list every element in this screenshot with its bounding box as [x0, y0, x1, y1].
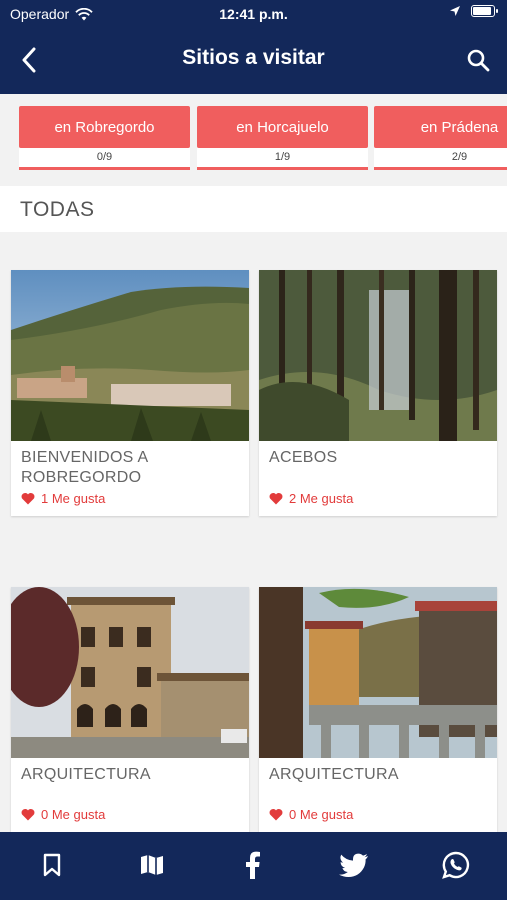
site-card[interactable]: ARQUITECTURA 0 Me gusta [11, 587, 249, 832]
location-arrow-icon [450, 6, 460, 16]
search-button[interactable] [463, 44, 493, 76]
facebook-tab[interactable] [237, 850, 269, 880]
village-tab-horcajuelo[interactable]: en Horcajuelo 1/9 [197, 106, 368, 170]
map-icon [141, 855, 163, 875]
heart-icon [269, 493, 283, 505]
village-tab-label: en Prádena [374, 106, 507, 148]
clock: 12:41 p.m. [219, 6, 288, 22]
site-photo [259, 270, 497, 441]
village-tab-count: 0/9 [19, 148, 190, 170]
site-photo [11, 587, 249, 758]
site-card[interactable]: ACEBOS 2 Me gusta [259, 270, 497, 516]
site-name: BIENVENIDOS A ROBREGORDO [21, 449, 148, 486]
battery-icon [471, 5, 498, 17]
map-tab[interactable] [136, 850, 168, 880]
section-header: TODAS [0, 186, 507, 232]
likes-label: 1 Me gusta [41, 491, 106, 506]
twitter-tab[interactable] [338, 850, 370, 880]
village-tab-pradena[interactable]: en Prádena 2/9 [374, 106, 507, 170]
bookmarks-tab[interactable] [36, 850, 68, 880]
status-bar: Operador 12:41 p.m. [0, 0, 507, 28]
site-card[interactable]: BIENVENIDOS A ROBREGORDO 1 Me gusta [11, 270, 249, 516]
likes[interactable]: 0 Me gusta [269, 807, 353, 822]
whatsapp-icon [442, 851, 470, 879]
heart-icon [21, 809, 35, 821]
village-tab-label: en Robregordo [19, 106, 190, 148]
bookmark-icon [43, 853, 61, 877]
likes-label: 0 Me gusta [41, 807, 106, 822]
village-tab-label: en Horcajuelo [197, 106, 368, 148]
page-title: Sitios a visitar [182, 46, 325, 69]
likes-label: 0 Me gusta [289, 807, 354, 822]
site-name: ACEBOS [269, 449, 338, 466]
village-tab-count: 2/9 [374, 148, 507, 170]
site-photo [11, 270, 249, 441]
site-name: ARQUITECTURA [269, 766, 399, 783]
bottom-tab-bar [0, 832, 507, 900]
likes[interactable]: 1 Me gusta [21, 491, 105, 506]
site-card[interactable]: ARQUITECTURA 0 Me gusta [259, 587, 497, 832]
heart-icon [21, 493, 35, 505]
likes-label: 2 Me gusta [289, 491, 354, 506]
section-title: TODAS [20, 198, 95, 221]
heart-icon [269, 809, 283, 821]
nav-bar: Sitios a visitar [0, 30, 507, 90]
village-tabs: en Robregordo 0/9 en Horcajuelo 1/9 en P… [0, 94, 507, 184]
twitter-icon [339, 853, 368, 877]
village-tab-count: 1/9 [197, 148, 368, 170]
village-tab-robregordo[interactable]: en Robregordo 0/9 [19, 106, 190, 170]
likes[interactable]: 0 Me gusta [21, 807, 105, 822]
site-name: ARQUITECTURA [21, 766, 151, 783]
whatsapp-tab[interactable] [440, 850, 472, 880]
likes[interactable]: 2 Me gusta [269, 491, 353, 506]
top-bar: Operador 12:41 p.m. Sitios a visitar [0, 0, 507, 94]
search-icon [467, 49, 490, 72]
site-photo [259, 587, 497, 758]
facebook-icon [246, 851, 260, 879]
